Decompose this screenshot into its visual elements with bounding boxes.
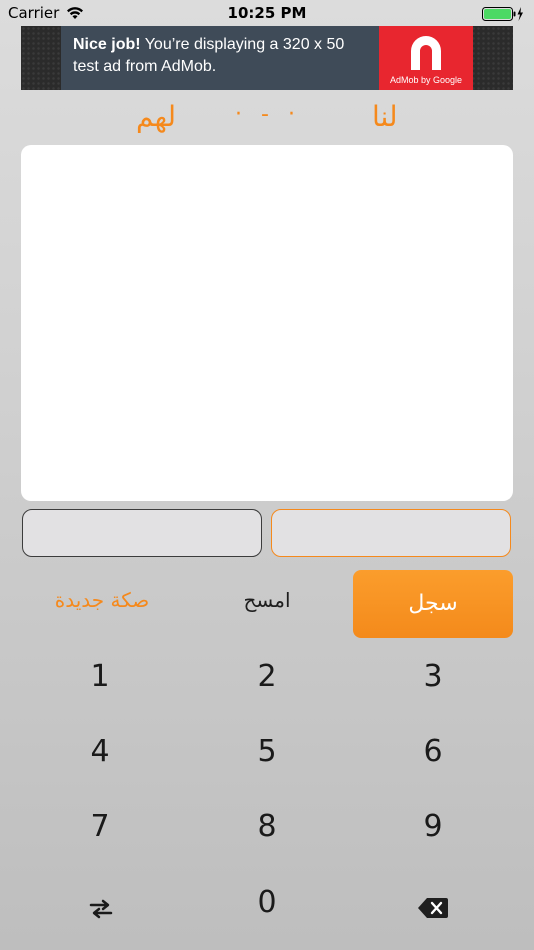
ad-logo[interactable]: AdMob by Google (379, 26, 473, 90)
key-0[interactable]: 0 (207, 873, 327, 933)
swap-button[interactable] (40, 879, 160, 939)
key-2[interactable]: 2 (207, 647, 327, 707)
ad-banner[interactable]: Nice job! You’re displaying a 320 x 50 t… (21, 26, 513, 90)
admob-logo-icon (408, 33, 444, 77)
score-header: لهم · - · لنا (0, 98, 534, 142)
us-score-input[interactable] (271, 509, 511, 557)
new-game-button[interactable]: صكة جديدة (30, 588, 174, 612)
key-4[interactable]: 4 (40, 722, 160, 782)
key-9[interactable]: 9 (373, 797, 493, 857)
them-score-input[interactable] (22, 509, 262, 557)
key-8[interactable]: 8 (207, 797, 327, 857)
clear-button[interactable]: امسح (214, 588, 320, 612)
score-separator: · - · (235, 102, 301, 127)
status-bar: Carrier 10:25 PM (0, 0, 534, 28)
action-row: صكة جديدة امسح سجل (0, 570, 534, 640)
key-6[interactable]: 6 (373, 722, 493, 782)
charging-bolt-icon (517, 7, 523, 21)
ad-text: Nice job! You’re displaying a 320 x 50 t… (73, 34, 373, 78)
ad-content[interactable]: Nice job! You’re displaying a 320 x 50 t… (61, 26, 473, 90)
backspace-button[interactable] (373, 879, 493, 939)
key-3[interactable]: 3 (373, 647, 493, 707)
swap-arrows-icon (89, 899, 113, 919)
backspace-icon (418, 898, 448, 918)
key-7[interactable]: 7 (40, 797, 160, 857)
ad-logo-caption: AdMob by Google (389, 75, 463, 85)
key-1[interactable]: 1 (40, 647, 160, 707)
record-button[interactable]: سجل (353, 570, 513, 638)
team-them-label: لهم (136, 100, 177, 133)
clock: 10:25 PM (227, 4, 307, 22)
ad-headline: Nice job! (73, 36, 141, 53)
battery-icon (482, 6, 524, 26)
score-log-panel[interactable] (21, 145, 513, 501)
key-5[interactable]: 5 (207, 722, 327, 782)
team-us-label: لنا (372, 100, 398, 133)
